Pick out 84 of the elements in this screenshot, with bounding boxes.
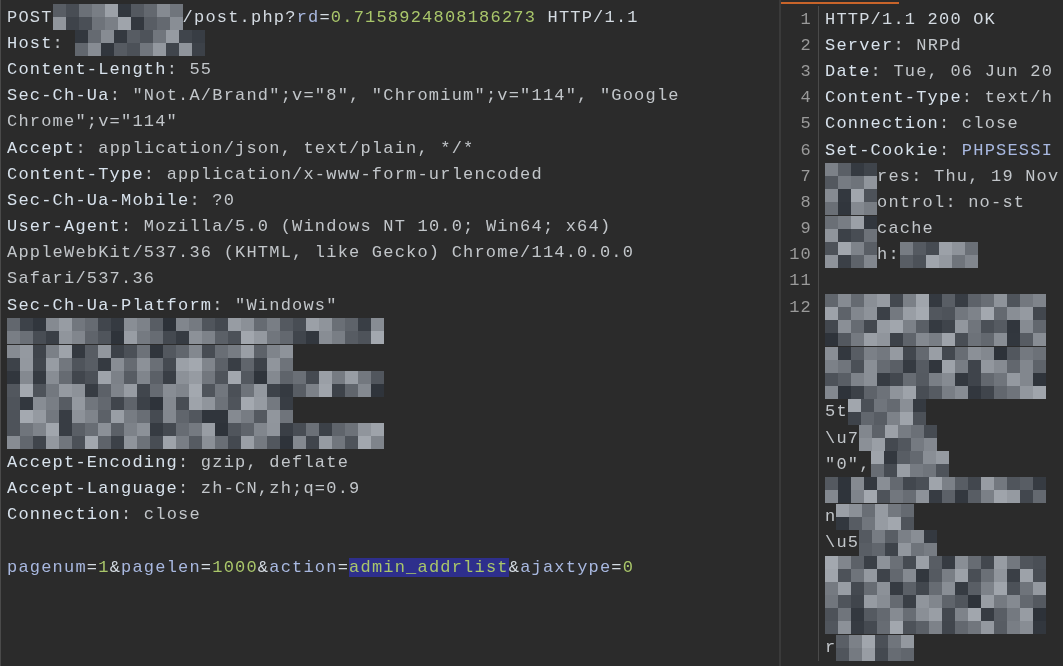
code-text: PHPSESSI bbox=[961, 140, 1054, 160]
line-number: 3 bbox=[781, 58, 819, 85]
code-text: Server bbox=[825, 35, 894, 55]
code-text: n bbox=[825, 507, 837, 527]
code-text: 0 bbox=[622, 557, 635, 577]
code-text: HTTP/1.1 bbox=[546, 7, 639, 27]
code-text: Sec-Ch-Ua-Platform bbox=[7, 295, 213, 315]
line-number: 9 bbox=[781, 215, 819, 242]
line-number: 11 bbox=[781, 267, 819, 295]
selected-text: admin_addrlist bbox=[349, 557, 509, 577]
code-text: = bbox=[86, 557, 99, 577]
code-text: Host bbox=[7, 33, 53, 53]
code-text: : application/json, text/plain, */* bbox=[75, 138, 475, 158]
code-text: : Tue, 06 Jun 20 bbox=[870, 61, 1054, 81]
code-text: 0.7158924808186273 bbox=[330, 7, 537, 27]
line-number: 2 bbox=[781, 32, 819, 59]
code-text: Content-Type bbox=[825, 88, 962, 108]
code-text: : bbox=[939, 140, 952, 160]
code-text: AppleWebKit/537.36 (KHTML, like Gecko) Chrome/114.0.0.0 bbox=[7, 243, 635, 263]
code-text: Connection bbox=[7, 505, 122, 525]
redaction-mosaic bbox=[825, 163, 877, 190]
code-text: r bbox=[825, 638, 837, 658]
code-text: pagenum bbox=[7, 557, 87, 577]
code-text: : close bbox=[939, 114, 1019, 134]
code-text: : Mozilla/5.0 (Windows NT 10.0; Win64; x64) bbox=[121, 217, 612, 237]
code-text: Connection bbox=[825, 114, 940, 134]
code-text: res: Thu, 19 Nov bbox=[877, 166, 1060, 186]
code-text: Content-Type bbox=[7, 164, 144, 184]
code-text: rd bbox=[296, 7, 320, 27]
code-text: cache bbox=[877, 219, 934, 239]
code-text: : "Not.A/Brand";v="8", "Chromium";v="114", "Google bbox=[109, 86, 680, 106]
code-text: & bbox=[109, 557, 122, 577]
code-text: User-Agent bbox=[7, 217, 122, 237]
code-text: \u7 bbox=[825, 428, 860, 448]
line-number: 1 bbox=[781, 6, 819, 33]
code-text: : 55 bbox=[166, 59, 213, 79]
line-number: 7 bbox=[781, 163, 819, 190]
code-text: 1000 bbox=[212, 557, 258, 577]
code-text: 5t bbox=[825, 402, 848, 422]
code-text: = bbox=[319, 7, 331, 27]
redaction-mosaic bbox=[825, 241, 877, 268]
code-text: Accept-Language bbox=[7, 478, 179, 498]
code-text: = bbox=[337, 557, 350, 577]
code-text: action bbox=[269, 557, 338, 577]
code-text: & bbox=[257, 557, 270, 577]
code-text: Accept-Encoding bbox=[7, 452, 179, 472]
code-text: Date bbox=[825, 61, 871, 81]
code-text: : zh-CN,zh;q=0.9 bbox=[178, 478, 361, 498]
code-text: : gzip, deflate bbox=[178, 452, 350, 472]
code-text: : close bbox=[121, 505, 201, 525]
line-number: 6 bbox=[781, 136, 819, 164]
code-text: Set-Cookie bbox=[825, 140, 940, 160]
code-text: : NRPd bbox=[893, 35, 962, 55]
code-text: POST bbox=[7, 7, 53, 27]
redaction-mosaic bbox=[825, 215, 877, 242]
code-text: = bbox=[611, 557, 623, 577]
code-text: pagelen bbox=[121, 557, 201, 577]
code-text: : bbox=[52, 33, 65, 53]
code-text: HTTP/1.1 200 OK bbox=[825, 9, 997, 29]
code-text: 1 bbox=[98, 557, 110, 577]
line-number: 8 bbox=[781, 189, 819, 216]
code-text: Content-Length bbox=[7, 59, 167, 79]
code-text: Chrome";v="114" bbox=[7, 112, 179, 132]
line-number: 10 bbox=[781, 241, 819, 268]
code-text: Accept bbox=[7, 138, 76, 158]
line-number: 5 bbox=[781, 110, 819, 137]
code-text: : text/h bbox=[961, 88, 1054, 108]
code-text: ajaxtype bbox=[520, 557, 612, 577]
code-text: /post.php? bbox=[182, 7, 297, 27]
code-text: : "Windows" bbox=[212, 295, 338, 315]
code-text: Sec-Ch-Ua bbox=[7, 86, 110, 106]
code-text: h: bbox=[877, 245, 900, 265]
redaction-mosaic bbox=[825, 189, 877, 216]
line-number: 4 bbox=[781, 84, 819, 111]
code-text: : application/x-www-form-urlencoded bbox=[143, 164, 543, 184]
code-text: = bbox=[200, 557, 213, 577]
code-text: : ?0 bbox=[189, 190, 236, 210]
line-number: 12 bbox=[781, 294, 819, 321]
code-text: & bbox=[508, 557, 521, 577]
code-text: ontrol: no-st bbox=[877, 192, 1026, 212]
code-text: \u5 bbox=[825, 533, 860, 553]
code-text: "0", bbox=[825, 454, 871, 474]
code-text: Sec-Ch-Ua-Mobile bbox=[7, 190, 190, 210]
code-text: Safari/537.36 bbox=[7, 269, 156, 289]
